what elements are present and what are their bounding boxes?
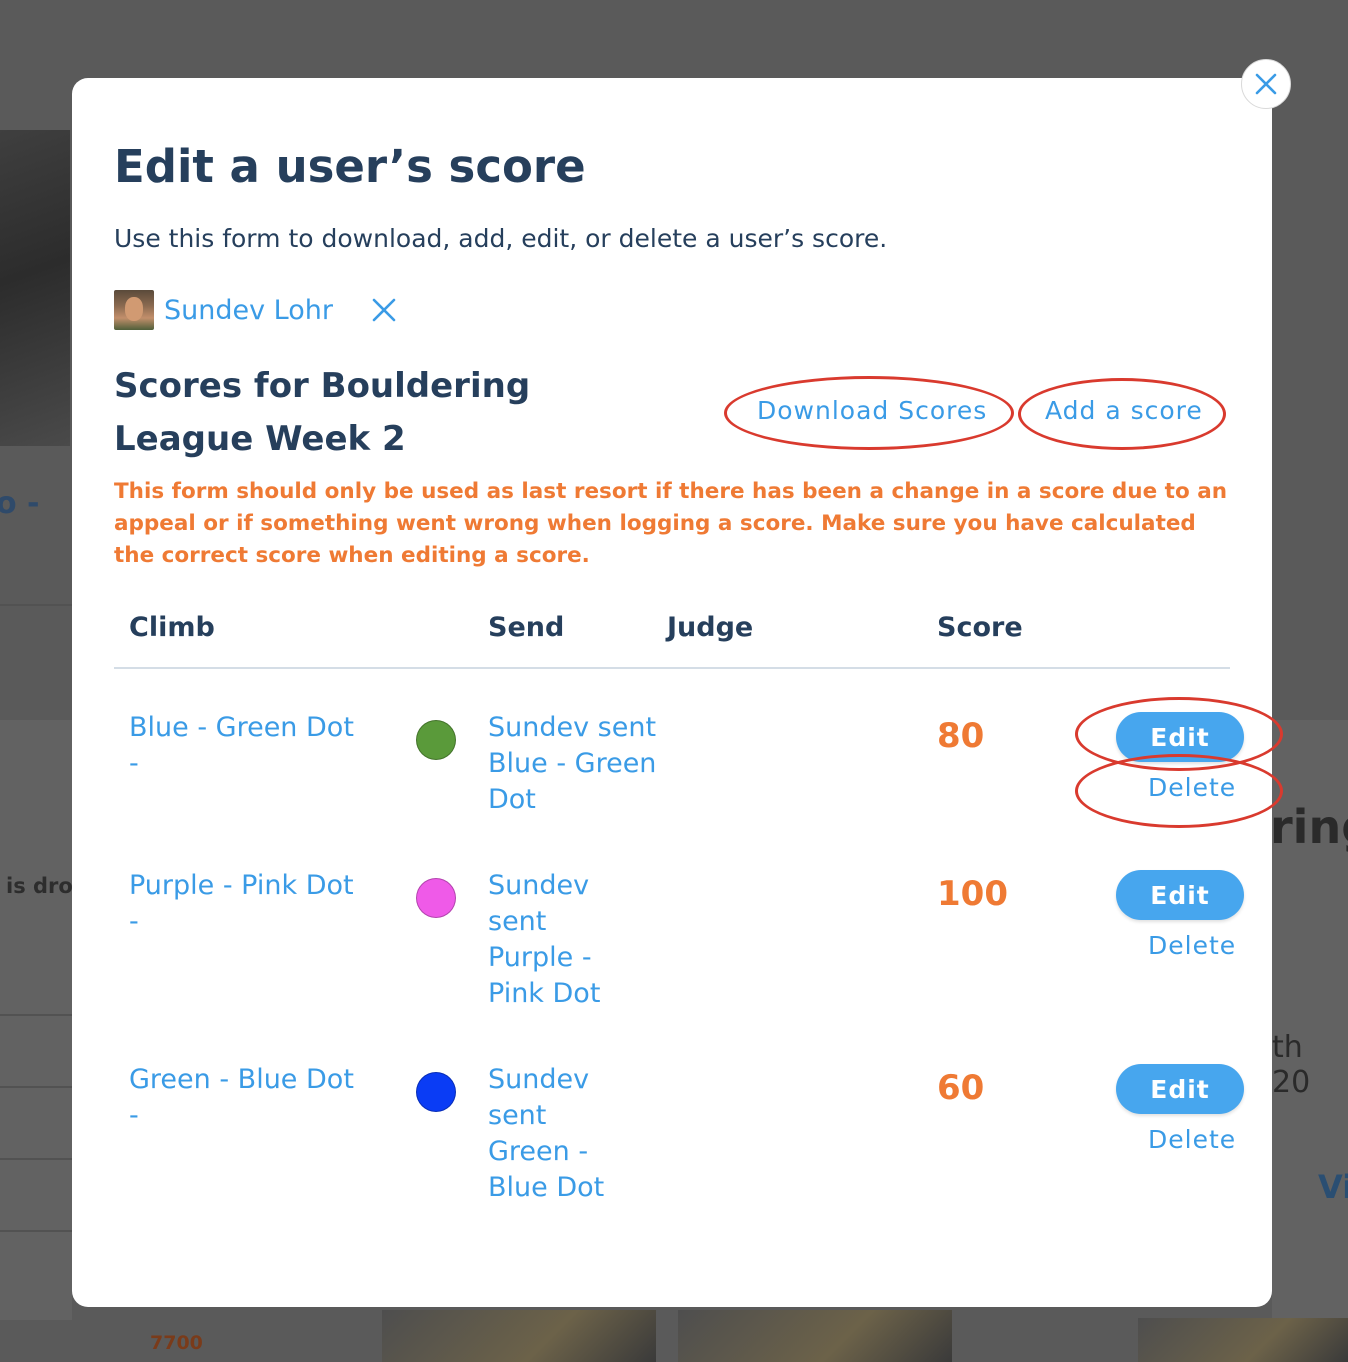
background-text: o - [0, 486, 40, 521]
background-text: th 20 [1272, 1030, 1311, 1100]
send-link[interactable]: Sundev sent Purple - Pink Dot [488, 868, 628, 1012]
climb-link[interactable]: Purple - Pink Dot - [129, 868, 369, 940]
background-divider [0, 1158, 72, 1160]
climb-link[interactable]: Green - Blue Dot - [129, 1062, 369, 1134]
background-text: 7700 [150, 1332, 203, 1354]
modal-title: Edit a user’s score [114, 140, 586, 193]
column-header-judge: Judge [667, 612, 754, 643]
edit-score-button[interactable]: Edit [1116, 712, 1244, 762]
column-header-send: Send [488, 612, 565, 643]
climb-color-dot [416, 878, 456, 918]
modal-subtitle: Use this form to download, add, edit, or… [114, 224, 888, 253]
background-divider [0, 604, 72, 606]
user-name-link[interactable]: Sundev Lohr [164, 295, 333, 326]
column-header-score: Score [937, 612, 1023, 643]
modal-close-button[interactable] [1241, 59, 1291, 109]
score-value: 100 [937, 874, 1008, 914]
background-photo [678, 1310, 952, 1362]
download-scores-button[interactable]: Download Scores [757, 396, 987, 425]
background-divider [0, 1230, 72, 1232]
table-header-divider [114, 667, 1230, 669]
delete-score-button[interactable]: Delete [1148, 1125, 1236, 1154]
score-value: 80 [937, 716, 985, 756]
climb-color-dot [416, 720, 456, 760]
background-text: Vi [1318, 1168, 1348, 1206]
column-header-climb: Climb [129, 612, 215, 643]
send-link[interactable]: Sundev sent Green - Blue Dot [488, 1062, 628, 1206]
edit-score-button[interactable]: Edit [1116, 870, 1244, 920]
avatar [114, 290, 154, 330]
background-divider [0, 1014, 72, 1016]
clear-user-button[interactable] [372, 298, 396, 326]
background-text: ring [1270, 800, 1348, 854]
background-divider [0, 1086, 72, 1088]
close-icon [372, 298, 396, 322]
score-value: 60 [937, 1068, 985, 1108]
close-icon [1255, 73, 1277, 95]
warning-text: This form should only be used as last re… [114, 479, 1228, 568]
delete-score-button[interactable]: Delete [1148, 773, 1236, 802]
selected-user: Sundev Lohr [114, 290, 333, 330]
background-photo [1138, 1318, 1348, 1362]
add-score-button[interactable]: Add a score [1045, 396, 1203, 425]
background-photo [382, 1310, 656, 1362]
scores-heading: Scores for Bouldering League Week 2 [114, 366, 531, 459]
climb-link[interactable]: Blue - Green Dot - [129, 710, 369, 782]
send-link[interactable]: Sundev sent Blue - Green Dot [488, 710, 658, 818]
delete-score-button[interactable]: Delete [1148, 931, 1236, 960]
edit-score-button[interactable]: Edit [1116, 1064, 1244, 1114]
climb-color-dot [416, 1072, 456, 1112]
background-text: is dro [6, 874, 73, 898]
background-photo [0, 130, 70, 446]
